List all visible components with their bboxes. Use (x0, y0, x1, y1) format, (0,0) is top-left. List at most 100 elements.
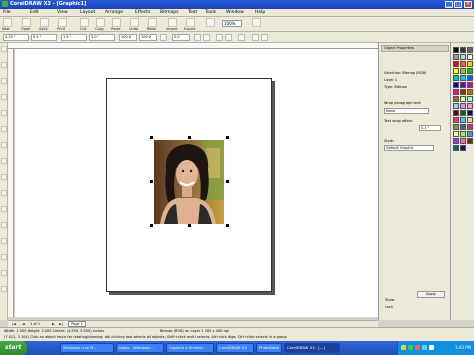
menu-edit[interactable]: Edit (30, 10, 39, 15)
tray-icon-1[interactable] (401, 345, 406, 350)
tray-icon-4[interactable] (422, 345, 427, 350)
eyedropper-tool-icon[interactable] (1, 238, 7, 244)
palette-swatch[interactable] (460, 82, 466, 88)
palette-swatch[interactable] (460, 89, 466, 95)
selection-handle-bottom[interactable] (188, 224, 191, 227)
rotation-angle-field[interactable]: 0.0 (172, 34, 190, 41)
selection-handle-top-right[interactable] (226, 136, 229, 139)
palette-swatch[interactable] (453, 82, 459, 88)
copy-icon[interactable] (96, 18, 105, 27)
tray-icon-2[interactable] (408, 345, 413, 350)
zoom-level-select[interactable]: 100% (222, 20, 242, 27)
palette-swatch[interactable] (460, 138, 466, 144)
palette-swatch[interactable] (467, 110, 473, 116)
open-icon[interactable] (22, 18, 31, 27)
style-select[interactable]: Default Graphic (384, 145, 434, 151)
palette-swatch[interactable] (460, 75, 466, 81)
crop-tool-icon[interactable] (1, 78, 7, 84)
palette-swatch[interactable] (467, 117, 473, 123)
scale-height-field[interactable]: 100.0 (139, 34, 157, 41)
palette-swatch[interactable] (467, 75, 473, 81)
freehand-tool-icon[interactable] (1, 110, 7, 116)
selection-handle-bottom-right[interactable] (226, 224, 229, 227)
cut-icon[interactable] (80, 18, 89, 27)
palette-swatch[interactable] (467, 103, 473, 109)
trace-bitmap-icon[interactable] (225, 34, 232, 41)
palette-swatch[interactable] (453, 145, 459, 151)
height-field[interactable]: 2.0 " (89, 34, 115, 41)
print-icon[interactable] (58, 18, 67, 27)
menu-help[interactable]: Help (255, 10, 265, 15)
palette-swatch[interactable] (453, 131, 459, 137)
export-icon[interactable] (186, 18, 195, 27)
to-front-icon[interactable] (252, 34, 259, 41)
task-inbox[interactable]: Inbox - Windows... (116, 343, 164, 353)
palette-swatch[interactable] (460, 47, 466, 53)
save-icon[interactable] (40, 18, 49, 27)
start-button[interactable]: start (0, 341, 27, 355)
palette-swatch[interactable] (460, 110, 466, 116)
palette-swatch[interactable] (467, 138, 473, 144)
palette-swatch[interactable] (453, 110, 459, 116)
fill-tool-icon[interactable] (1, 270, 7, 276)
menu-tools[interactable]: Tools (205, 10, 216, 15)
mirror-horizontal-icon[interactable] (194, 34, 201, 41)
task-windows-live[interactable]: Windows Live M... (60, 343, 114, 353)
ellipse-tool-icon[interactable] (1, 158, 7, 164)
palette-swatch[interactable] (460, 124, 466, 130)
menu-arrange[interactable]: Arrange (105, 10, 123, 15)
palette-swatch[interactable] (453, 54, 459, 60)
selection-handle-right[interactable] (226, 180, 229, 183)
palette-swatch[interactable] (453, 117, 459, 123)
lock-checkbox-label[interactable]: Lock (385, 305, 393, 309)
new-icon[interactable] (3, 18, 12, 27)
close-button[interactable]: × (464, 1, 472, 8)
apply-button[interactable]: Apply (417, 291, 445, 298)
palette-swatch[interactable] (453, 103, 459, 109)
palette-swatch[interactable] (467, 124, 473, 130)
import-icon[interactable] (168, 18, 177, 27)
palette-swatch[interactable] (460, 117, 466, 123)
palette-swatch[interactable] (460, 54, 466, 60)
polygon-tool-icon[interactable] (1, 174, 7, 180)
maximize-button[interactable]: □ (454, 1, 462, 8)
text-tool-icon[interactable] (1, 206, 7, 212)
wrap-text-icon[interactable] (238, 34, 245, 41)
palette-swatch[interactable] (460, 131, 466, 137)
rectangle-tool-icon[interactable] (1, 142, 7, 148)
pick-tool-icon[interactable] (1, 46, 7, 52)
to-back-icon[interactable] (261, 34, 268, 41)
mirror-vertical-icon[interactable] (203, 34, 210, 41)
palette-swatch[interactable] (453, 61, 459, 67)
palette-swatch[interactable] (460, 96, 466, 102)
palette-swatch[interactable] (453, 96, 459, 102)
selection-handle-bottom-left[interactable] (150, 224, 153, 227)
prev-page-icon[interactable]: ◄ (22, 322, 25, 326)
application-launcher-icon[interactable] (206, 18, 215, 27)
basic-shapes-tool-icon[interactable] (1, 190, 7, 196)
palette-swatch[interactable] (453, 138, 459, 144)
show-checkbox-label[interactable]: Show (385, 298, 394, 302)
palette-swatch[interactable] (453, 75, 459, 81)
vertical-ruler[interactable] (8, 49, 14, 317)
shape-tool-icon[interactable] (1, 62, 7, 68)
menu-bitmaps[interactable]: Bitmaps (160, 10, 178, 15)
selected-bitmap-photo[interactable] (154, 140, 224, 224)
palette-swatch[interactable] (453, 68, 459, 74)
menu-layout[interactable]: Layout (80, 10, 95, 15)
undo-icon[interactable] (130, 18, 139, 27)
paste-icon[interactable] (112, 18, 121, 27)
palette-swatch[interactable] (467, 82, 473, 88)
offset-field[interactable]: 0.1 " (419, 125, 441, 131)
lock-ratio-icon[interactable] (160, 34, 167, 41)
redo-icon[interactable] (148, 18, 157, 27)
first-page-icon[interactable]: |◄ (12, 322, 16, 326)
palette-swatch[interactable] (460, 145, 466, 151)
menu-effects[interactable]: Effects (135, 10, 150, 15)
menu-file[interactable]: File (3, 10, 11, 15)
palette-swatch[interactable] (467, 47, 473, 53)
interactive-fill-tool-icon[interactable] (1, 286, 7, 292)
wrap-select[interactable]: None (384, 108, 429, 114)
palette-swatch[interactable] (453, 89, 459, 95)
menu-text[interactable]: Text (188, 10, 197, 15)
